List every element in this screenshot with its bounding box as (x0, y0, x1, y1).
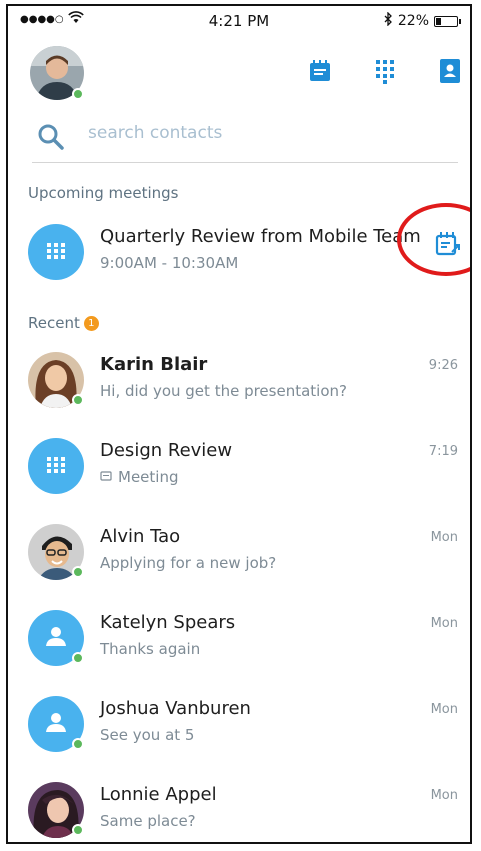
recent-heading: Recent 1 (28, 314, 99, 332)
my-presence-indicator (72, 88, 84, 100)
meeting-avatar (28, 224, 84, 280)
upcoming-meeting-item[interactable]: Quarterly Review from Mobile Team 9:00AM… (8, 203, 470, 292)
search-bar (32, 118, 458, 163)
message-time: Mon (430, 702, 458, 717)
battery-icon (434, 15, 461, 27)
upcoming-meetings-heading: Upcoming meetings (28, 184, 179, 202)
calendar-icon (45, 240, 67, 264)
app-screen: ●●●●○ 4:21 PM 22% search contacts Upcomi… (6, 4, 472, 844)
presence-indicator (72, 394, 84, 406)
person-placeholder-icon (45, 625, 67, 651)
message-time: 9:26 (428, 358, 458, 373)
person-placeholder-icon (45, 711, 67, 737)
last-message: Meeting (100, 468, 178, 486)
contact-name: Karin Blair (100, 354, 208, 375)
message-time: Mon (430, 530, 458, 545)
list-item[interactable]: Design Review Meeting 7:19 (8, 426, 470, 506)
meetings-icon[interactable] (305, 56, 335, 86)
last-message: See you at 5 (100, 726, 195, 744)
last-message-text: Meeting (118, 468, 179, 486)
list-item[interactable]: Alvin Tao Applying for a new job? Mon (8, 512, 470, 592)
message-time: 7:19 (428, 444, 458, 459)
presence-indicator (72, 566, 84, 578)
dialpad-icon[interactable] (370, 56, 400, 86)
search-input[interactable] (86, 122, 390, 144)
recent-count-badge: 1 (83, 316, 99, 331)
status-bar: ●●●●○ 4:21 PM 22% (8, 6, 470, 36)
last-message: Hi, did you get the presentation? (100, 382, 347, 400)
last-message: Thanks again (100, 640, 201, 658)
meeting-avatar (28, 438, 84, 494)
presence-indicator (72, 738, 84, 750)
last-message: Applying for a new job? (100, 554, 277, 572)
bluetooth-icon (384, 11, 393, 30)
contact-name: Alvin Tao (100, 526, 181, 547)
message-time: Mon (430, 788, 458, 803)
contact-name: Joshua Vanburen (100, 698, 251, 719)
recent-label: Recent (28, 314, 80, 332)
contacts-icon[interactable] (435, 56, 465, 86)
list-item[interactable]: Joshua Vanburen See you at 5 Mon (8, 684, 470, 764)
search-icon (36, 122, 66, 156)
calendar-icon (45, 454, 67, 478)
highlight-circle (397, 203, 470, 276)
conversation-name: Design Review (100, 440, 233, 461)
presence-indicator (72, 652, 84, 664)
list-item[interactable]: Katelyn Spears Thanks again Mon (8, 598, 470, 678)
meeting-title: Quarterly Review from Mobile Team (100, 226, 421, 247)
contact-name: Lonnie Appel (100, 784, 217, 805)
contact-name: Katelyn Spears (100, 612, 236, 633)
presence-indicator (72, 824, 84, 836)
message-time: Mon (430, 616, 458, 631)
list-item[interactable]: Karin Blair Hi, did you get the presenta… (8, 340, 470, 420)
list-item[interactable]: Lonnie Appel Same place? Mon (8, 770, 470, 842)
last-message: Same place? (100, 812, 196, 830)
battery-percent: 22% (397, 13, 429, 29)
meeting-chat-icon (100, 468, 112, 486)
meeting-time: 9:00AM - 10:30AM (100, 254, 239, 272)
